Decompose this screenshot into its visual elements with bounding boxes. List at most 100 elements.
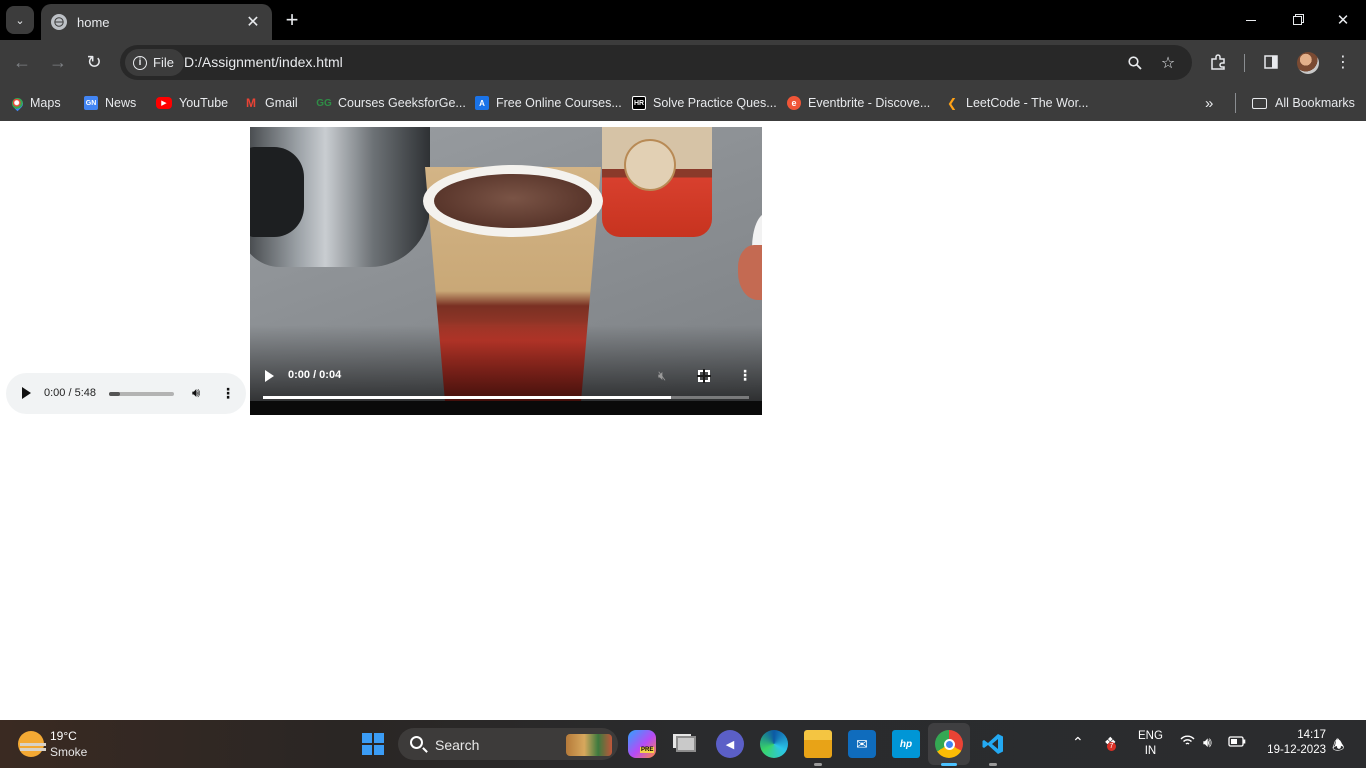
minimize-button[interactable] [1228,0,1274,40]
weather-condition[interactable]: Smoke [50,745,87,759]
extensions-icon[interactable] [1207,51,1229,73]
bookmark-label: Gmail [265,96,298,110]
search-icon [410,736,423,749]
close-tab-icon[interactable]: ✕ [244,12,262,32]
close-window-button[interactable]: ✕ [1320,0,1366,40]
windows-logo-tile [374,745,384,755]
side-panel-icon[interactable] [1260,51,1282,73]
speaker-icon[interactable]: 🔊︎ [1203,734,1212,751]
bookmark-maps[interactable]: Maps [9,92,61,114]
weather-temperature[interactable]: 19°C [50,729,77,743]
restore-button[interactable] [1274,0,1320,40]
edge-icon[interactable] [760,730,788,758]
tab-title: home [77,14,110,30]
teams-chat-icon[interactable]: ◀ [716,730,744,758]
bookmark-label: Solve Practice Ques... [653,96,777,110]
bookmark-label: Free Online Courses... [496,96,622,110]
folder-icon [1252,97,1267,109]
volume-icon[interactable]: 🔊︎ [192,385,200,401]
bookmarks-overflow-button[interactable]: » [1205,92,1213,114]
start-button[interactable] [362,733,384,755]
audio-seek-bar[interactable] [109,392,174,396]
windows-logo-tile [374,733,384,743]
video-mute-icon[interactable]: 🔇︎ [658,368,666,384]
address-bar[interactable]: i File D:/Assignment/index.html ☆ [120,45,1192,80]
menu-kebab-icon[interactable]: ⋮ [1332,51,1354,73]
fullscreen-icon[interactable] [697,369,711,383]
video-more-options-icon[interactable]: ⋮ [738,367,752,384]
profile-avatar[interactable] [1297,52,1319,74]
taskbar-search-box[interactable]: Search [398,728,618,760]
dropbox-icon[interactable]: ❖7 [1104,734,1117,751]
task-view-icon[interactable] [672,730,700,758]
site-info-chip[interactable]: i File [125,49,184,76]
bookmark-geeksforgeeks[interactable]: GG Courses GeeksforGe... [316,92,466,114]
show-hidden-icons-button[interactable]: ⌃ [1072,734,1086,750]
file-explorer-icon[interactable] [804,730,832,758]
clock[interactable]: 14:17 19-12-2023 [1256,728,1326,758]
forward-arrow-icon: → [49,51,67,72]
battery-icon[interactable] [1228,734,1246,750]
weather-sun-haze-icon[interactable] [18,731,46,757]
all-bookmarks-button[interactable]: All Bookmarks [1252,92,1355,114]
globe-icon [51,14,67,30]
restore-icon [1292,15,1302,25]
clock-time: 14:17 [1297,729,1326,741]
leetcode-icon: ❮ [946,96,958,110]
bookmark-youtube[interactable]: ▶ YouTube [156,92,228,114]
url-text[interactable]: D:/Assignment/index.html [184,54,343,70]
hp-app-icon[interactable]: hp [892,730,920,758]
copilot-icon[interactable]: PRE [628,730,656,758]
browser-toolbar: ← → ↻ i File D:/Assignment/index.html ☆ … [0,40,1366,85]
bookmark-solve-practice[interactable]: HR Solve Practice Ques... [632,92,777,114]
minimize-icon [1246,19,1256,21]
chrome-icon[interactable] [935,730,963,758]
bookmarks-divider [1235,93,1236,113]
tab-search-button[interactable]: ⌄ [6,6,34,34]
google-news-icon: GN [84,96,98,110]
back-button[interactable]: ← [10,50,34,74]
play-icon[interactable] [22,387,31,399]
language-indicator[interactable]: ENG IN [1138,729,1163,759]
eventbrite-icon: e [787,96,801,110]
zoom-icon[interactable] [1125,53,1145,73]
video-time: 0:00 / 0:04 [288,369,342,381]
bookmark-news[interactable]: GN News [84,92,136,114]
clock-date: 19-12-2023 [1267,744,1326,756]
windows-taskbar: 19°C Smoke Search PRE ◀ ✉ hp ⌃ ❖7 ENG IN… [0,720,1366,768]
notification-bell-icon[interactable]: 🕭︎ [1332,735,1345,759]
mail-icon[interactable]: ✉ [848,730,876,758]
bookmark-leetcode[interactable]: ❮ LeetCode - The Wor... [945,92,1089,114]
video-play-icon[interactable] [265,370,274,382]
cup-logo [624,139,676,191]
bookmark-star-icon[interactable]: ☆ [1158,53,1178,73]
maps-pin-icon [9,95,26,111]
new-tab-button[interactable]: + [282,8,302,32]
copilot-badge: PRE [640,747,655,753]
reload-button[interactable]: ↻ [82,50,106,74]
bookmark-gmail[interactable]: M Gmail [244,92,298,114]
chevron-down-icon: ⌄ [15,14,25,27]
close-icon: ✕ [1336,12,1350,29]
video-player[interactable]: 0:00 / 0:04 🔇︎ ⋮ [250,127,762,415]
browser-tab-strip: ⌄ home ✕ + ✕ [0,0,1366,40]
windows-logo-tile [362,745,372,755]
task-view-glyph [676,736,696,752]
video-coffee [434,174,592,228]
bookmark-free-online-courses[interactable]: A Free Online Courses... [475,92,622,114]
video-kettle-handle [250,147,304,237]
video-letterbox [250,401,762,415]
forward-button[interactable]: → [46,50,70,74]
video-seek-bar[interactable] [263,396,749,399]
bookmark-eventbrite[interactable]: e Eventbrite - Discove... [787,92,930,114]
vscode-icon[interactable] [979,730,1007,758]
geeksforgeeks-icon: GG [316,97,332,109]
language-code: ENG [1138,730,1163,742]
info-icon: i [133,55,147,70]
bookmarks-bar: Maps GN News ▶ YouTube M Gmail GG Course… [0,85,1366,121]
tab-home[interactable]: home ✕ [41,4,272,40]
audio-player[interactable]: 0:00 / 5:48 🔊︎ ⋮ [6,373,246,414]
more-options-icon[interactable]: ⋮ [221,385,235,402]
dropbox-badge: 7 [1107,742,1116,751]
wifi-icon[interactable] [1180,734,1195,750]
